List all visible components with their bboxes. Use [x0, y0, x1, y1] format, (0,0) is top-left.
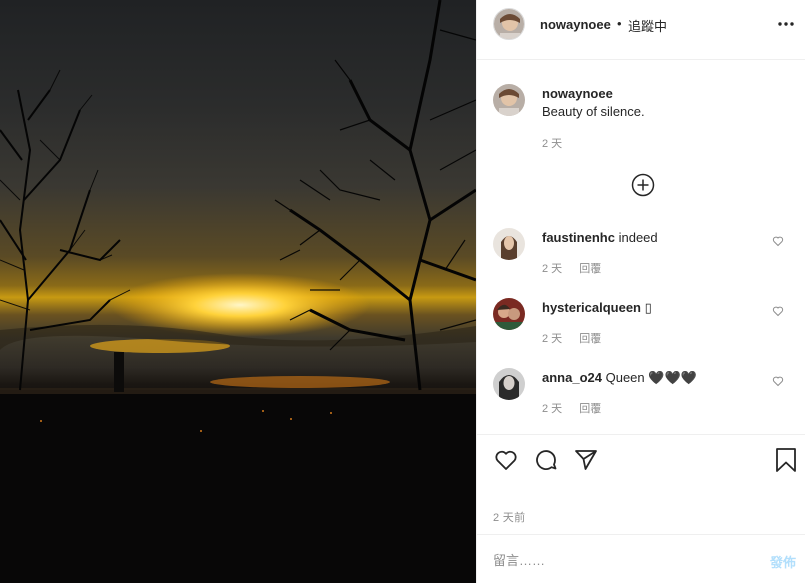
caption-text: Beauty of silence.: [542, 104, 645, 119]
separator-dot: •: [617, 16, 622, 31]
reply-button[interactable]: 回覆: [579, 403, 601, 415]
sunset-scene: [0, 0, 476, 583]
heart-icon[interactable]: [772, 235, 784, 247]
avatar-image: [493, 298, 525, 330]
heart-icon[interactable]: [772, 375, 784, 387]
comment-item: anna_o24 Queen 🖤🖤🖤 2 天 回覆: [477, 368, 805, 438]
reply-button[interactable]: 回覆: [579, 263, 601, 275]
comment-body: ▯: [644, 300, 652, 315]
caption-username[interactable]: nowaynoee: [542, 86, 613, 101]
comment-meta: 2 天 回覆: [542, 330, 615, 346]
comment-timestamp[interactable]: 2 天: [542, 403, 562, 415]
avatar-image: [494, 9, 524, 39]
post-photo[interactable]: [0, 0, 476, 583]
heart-icon[interactable]: [772, 305, 784, 317]
comment-username[interactable]: anna_o24: [542, 370, 602, 385]
commenter-avatar[interactable]: [493, 298, 525, 330]
comment-username[interactable]: faustinenhc: [542, 230, 615, 245]
post-viewer: nowaynoee • 追蹤中 nowaynoee Beauty of sile…: [0, 0, 805, 583]
avatar-image: [493, 368, 525, 400]
comment-body: Queen 🖤🖤🖤: [605, 370, 697, 385]
comment-icon[interactable]: [533, 447, 559, 473]
caption-timestamp[interactable]: 2 天: [542, 135, 562, 151]
commenter-avatar[interactable]: [493, 228, 525, 260]
comment-meta: 2 天 回覆: [542, 260, 615, 276]
comment-composer: 發佈: [477, 534, 805, 583]
comment-username[interactable]: hystericalqueen: [542, 300, 641, 315]
comment-item: faustinenhc indeed 2 天 回覆: [477, 228, 805, 298]
send-icon[interactable]: [573, 447, 599, 473]
post-comment-button[interactable]: 發佈: [770, 552, 796, 571]
comment-input[interactable]: [493, 550, 743, 570]
plus-circle-icon[interactable]: [631, 173, 655, 197]
comment-item: hystericalqueen ▯ 2 天 回覆: [477, 298, 805, 368]
post-header: nowaynoee • 追蹤中: [477, 0, 805, 60]
post-timestamp[interactable]: 2 天前: [493, 509, 525, 525]
post-side-panel: nowaynoee • 追蹤中 nowaynoee Beauty of sile…: [476, 0, 805, 583]
following-status-button[interactable]: 追蹤中: [628, 16, 667, 35]
comment-text: faustinenhc indeed: [542, 230, 658, 245]
caption-avatar[interactable]: [493, 84, 525, 116]
avatar-image: [493, 84, 525, 116]
comment-meta: 2 天 回覆: [542, 400, 615, 416]
heart-icon[interactable]: [493, 447, 519, 473]
bookmark-icon[interactable]: [773, 447, 799, 473]
reply-button[interactable]: 回覆: [579, 333, 601, 345]
comment-text: anna_o24 Queen 🖤🖤🖤: [542, 370, 697, 386]
comment-body: indeed: [618, 230, 658, 245]
more-horizontal-icon[interactable]: [776, 14, 796, 34]
post-author-username[interactable]: nowaynoee: [540, 17, 611, 32]
comment-timestamp[interactable]: 2 天: [542, 333, 562, 345]
comment-text: hystericalqueen ▯: [542, 300, 652, 316]
avatar[interactable]: [493, 8, 525, 40]
action-bar: [477, 434, 805, 484]
avatar-image: [493, 228, 525, 260]
comment-timestamp[interactable]: 2 天: [542, 263, 562, 275]
commenter-avatar[interactable]: [493, 368, 525, 400]
